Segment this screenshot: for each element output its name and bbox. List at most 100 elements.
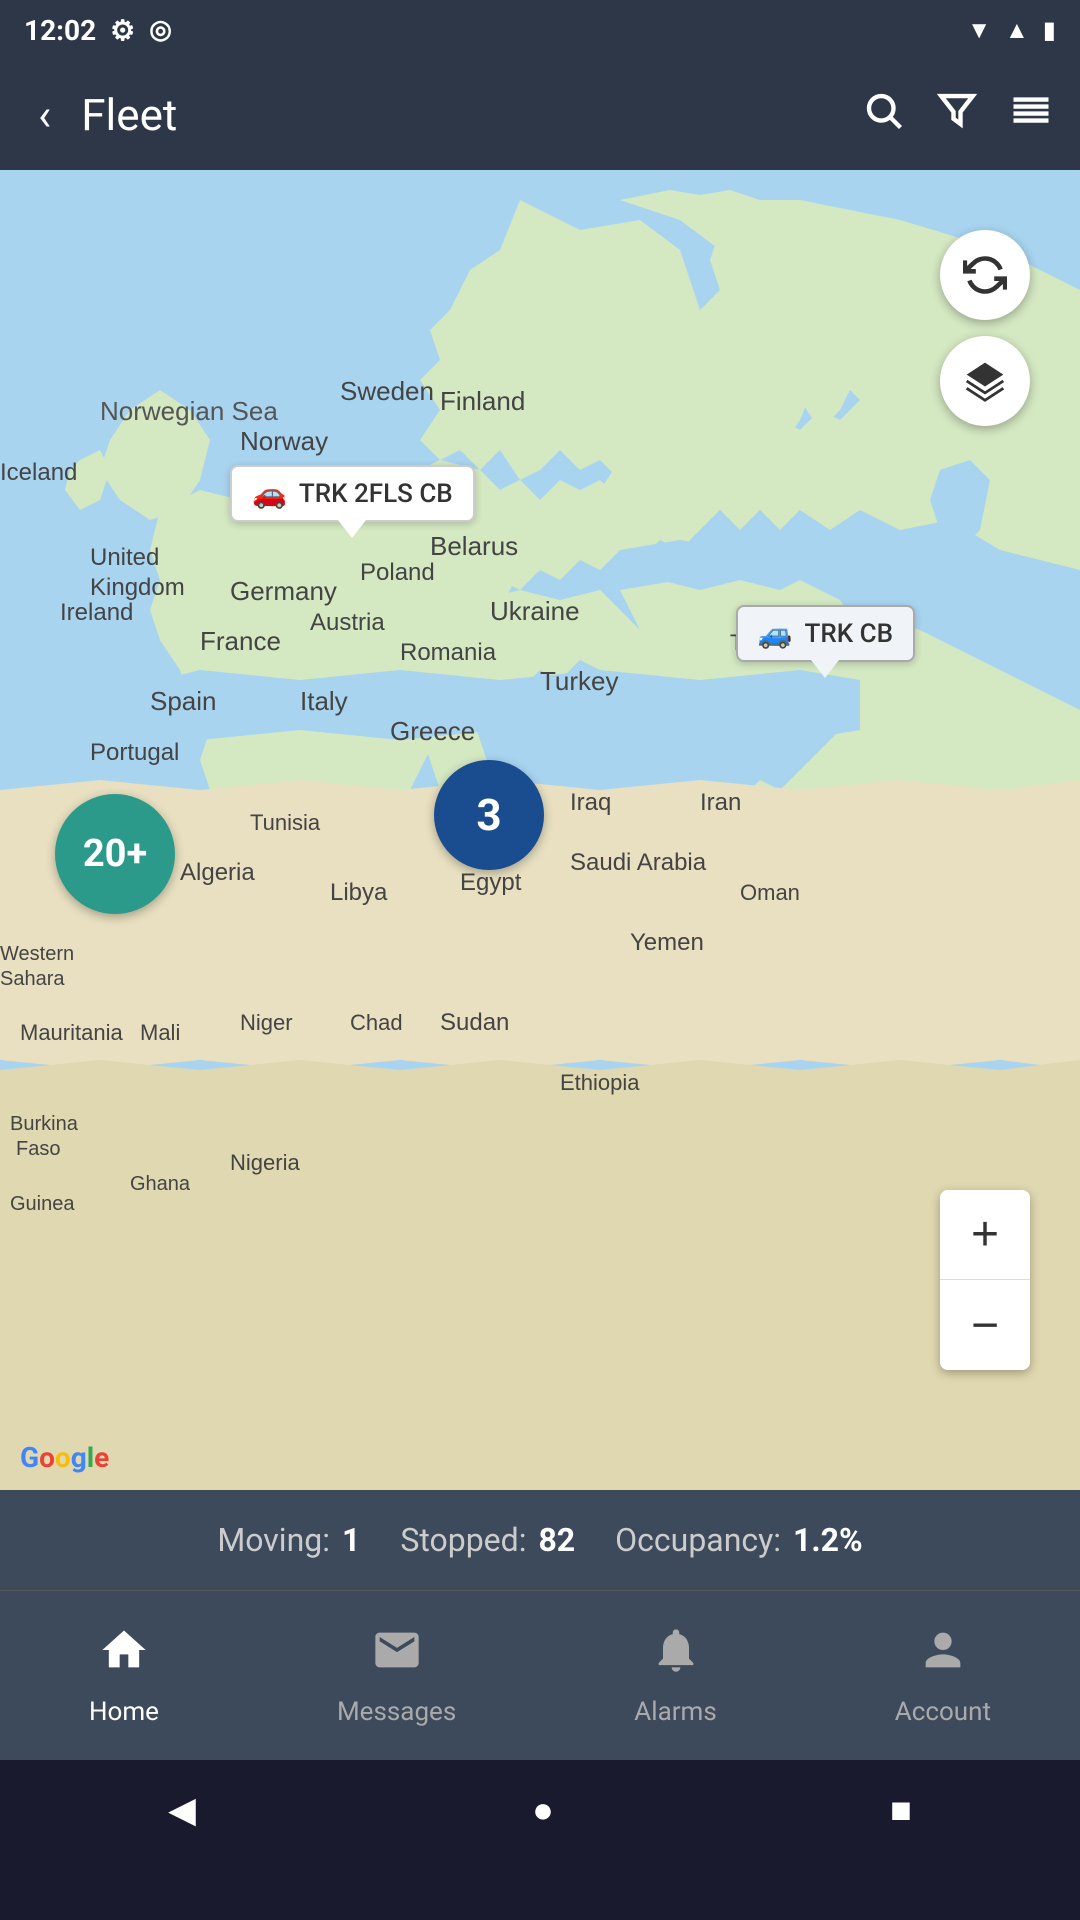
top-nav: ‹ Fleet <box>0 60 1080 170</box>
svg-text:Austria: Austria <box>310 609 385 636</box>
nav-home[interactable]: Home <box>49 1608 199 1743</box>
svg-text:Yemen: Yemen <box>630 929 704 956</box>
messages-label: Messages <box>337 1697 456 1727</box>
svg-text:Ireland: Ireland <box>60 599 133 626</box>
svg-text:United: United <box>90 544 159 571</box>
cluster-20plus-label: 20+ <box>83 832 147 876</box>
svg-text:Mauritania: Mauritania <box>20 1020 123 1045</box>
svg-text:Ethiopia: Ethiopia <box>560 1070 640 1095</box>
google-o2: o <box>55 1441 71 1474</box>
system-home-button[interactable]: ● <box>516 1773 570 1847</box>
stopped-label: Stopped: <box>400 1521 526 1559</box>
status-bar: 12:02 ⚙ ◎ ▼ ▲ ▮ <box>0 0 1080 60</box>
nav-messages[interactable]: Messages <box>297 1608 496 1743</box>
stopped-stat: Stopped: 82 <box>400 1521 575 1559</box>
settings-icon: ⚙ <box>110 14 135 47</box>
svg-text:Romania: Romania <box>400 639 497 666</box>
system-back-button[interactable]: ◀ <box>152 1773 212 1847</box>
svg-text:Egypt: Egypt <box>460 869 522 896</box>
marker-label-trk2fls: TRK 2FLS CB <box>299 479 453 509</box>
back-button[interactable]: ‹ <box>28 79 61 151</box>
google-g2: g <box>71 1441 87 1474</box>
svg-text:Sweden: Sweden <box>340 376 434 406</box>
messages-icon <box>371 1624 423 1689</box>
svg-text:Greece: Greece <box>390 716 475 746</box>
refresh-button[interactable] <box>940 230 1030 320</box>
svg-text:Western: Western <box>0 943 74 965</box>
page-title: Fleet <box>81 89 842 141</box>
layers-button[interactable] <box>940 336 1030 426</box>
svg-text:Ghana: Ghana <box>130 1173 191 1195</box>
svg-text:Chad: Chad <box>350 1010 403 1035</box>
svg-text:Norwegian Sea: Norwegian Sea <box>100 396 278 426</box>
google-o1: o <box>39 1441 55 1474</box>
map-controls <box>940 230 1030 426</box>
svg-text:Guinea: Guinea <box>10 1193 75 1215</box>
svg-text:Finland: Finland <box>440 386 525 416</box>
status-time: 12:02 <box>24 14 96 47</box>
car-gray-icon: 🚙 <box>758 617 793 650</box>
svg-text:Kingdom: Kingdom <box>90 574 185 601</box>
svg-text:Mali: Mali <box>140 1020 180 1045</box>
occupancy-label: Occupancy: <box>615 1521 781 1559</box>
occupancy-stat: Occupancy: 1.2% <box>615 1521 863 1559</box>
google-g: G <box>20 1441 39 1474</box>
svg-text:Spain: Spain <box>150 686 217 716</box>
cluster-3-label: 3 <box>476 789 501 841</box>
home-label: Home <box>89 1697 159 1727</box>
alarms-label: Alarms <box>634 1697 716 1727</box>
stats-bar: Moving: 1 Stopped: 82 Occupancy: 1.2% <box>0 1490 1080 1590</box>
svg-text:Libya: Libya <box>330 879 388 906</box>
filter-icon[interactable] <box>936 89 978 141</box>
system-recent-button[interactable]: ■ <box>874 1773 928 1847</box>
google-logo: Google <box>20 1441 109 1474</box>
svg-text:Poland: Poland <box>360 559 435 586</box>
home-icon <box>98 1624 150 1689</box>
account-icon <box>917 1624 969 1689</box>
svg-text:France: France <box>200 626 281 656</box>
svg-text:Iran: Iran <box>700 789 741 816</box>
zoom-out-button[interactable]: − <box>940 1280 1030 1370</box>
menu-icon[interactable] <box>1010 89 1052 141</box>
cluster-20plus[interactable]: 20+ <box>55 794 175 914</box>
account-label: Account <box>895 1697 991 1727</box>
at-icon: ◎ <box>149 15 172 45</box>
map-view[interactable]: Norwegian Sea Iceland Sweden Norway Finl… <box>0 170 1080 1490</box>
cluster-3[interactable]: 3 <box>434 760 544 870</box>
svg-text:Sudan: Sudan <box>440 1009 509 1036</box>
zoom-controls: + − <box>940 1190 1030 1370</box>
svg-text:Oman: Oman <box>740 880 800 905</box>
nav-account[interactable]: Account <box>855 1608 1031 1743</box>
nav-alarms[interactable]: Alarms <box>594 1608 756 1743</box>
svg-text:Italy: Italy <box>300 686 348 716</box>
moving-value: 1 <box>342 1521 360 1559</box>
marker-label-trkcb: TRK CB <box>805 619 894 649</box>
search-icon[interactable] <box>862 89 904 141</box>
svg-text:Iraq: Iraq <box>570 789 611 816</box>
google-e: e <box>94 1441 109 1474</box>
svg-text:Sahara: Sahara <box>0 968 65 990</box>
svg-text:Saudi Arabia: Saudi Arabia <box>570 849 707 876</box>
svg-text:Burkina: Burkina <box>10 1113 79 1135</box>
car-red-icon: 🚗 <box>252 477 287 510</box>
battery-icon: ▮ <box>1043 16 1056 44</box>
svg-text:Portugal: Portugal <box>90 739 179 766</box>
svg-text:Norway: Norway <box>240 426 328 456</box>
svg-text:Niger: Niger <box>240 1010 293 1035</box>
signal-icon: ▲ <box>1005 16 1029 45</box>
marker-arrow <box>338 520 366 538</box>
svg-text:Iceland: Iceland <box>0 459 77 486</box>
svg-text:Turkey: Turkey <box>540 666 619 696</box>
zoom-in-button[interactable]: + <box>940 1190 1030 1280</box>
alarms-icon <box>650 1624 702 1689</box>
svg-text:Nigeria: Nigeria <box>230 1150 300 1175</box>
system-nav: ◀ ● ■ <box>0 1760 1080 1860</box>
marker-trk2fls[interactable]: 🚗 TRK 2FLS CB <box>230 465 475 538</box>
svg-text:Ukraine: Ukraine <box>490 596 580 626</box>
stopped-value: 82 <box>538 1521 575 1559</box>
svg-text:Faso: Faso <box>16 1138 60 1160</box>
moving-stat: Moving: 1 <box>217 1521 360 1559</box>
marker-arrow-2 <box>811 660 839 678</box>
marker-trkcb[interactable]: 🚙 TRK CB <box>736 605 915 678</box>
wifi-icon: ▼ <box>967 16 991 45</box>
